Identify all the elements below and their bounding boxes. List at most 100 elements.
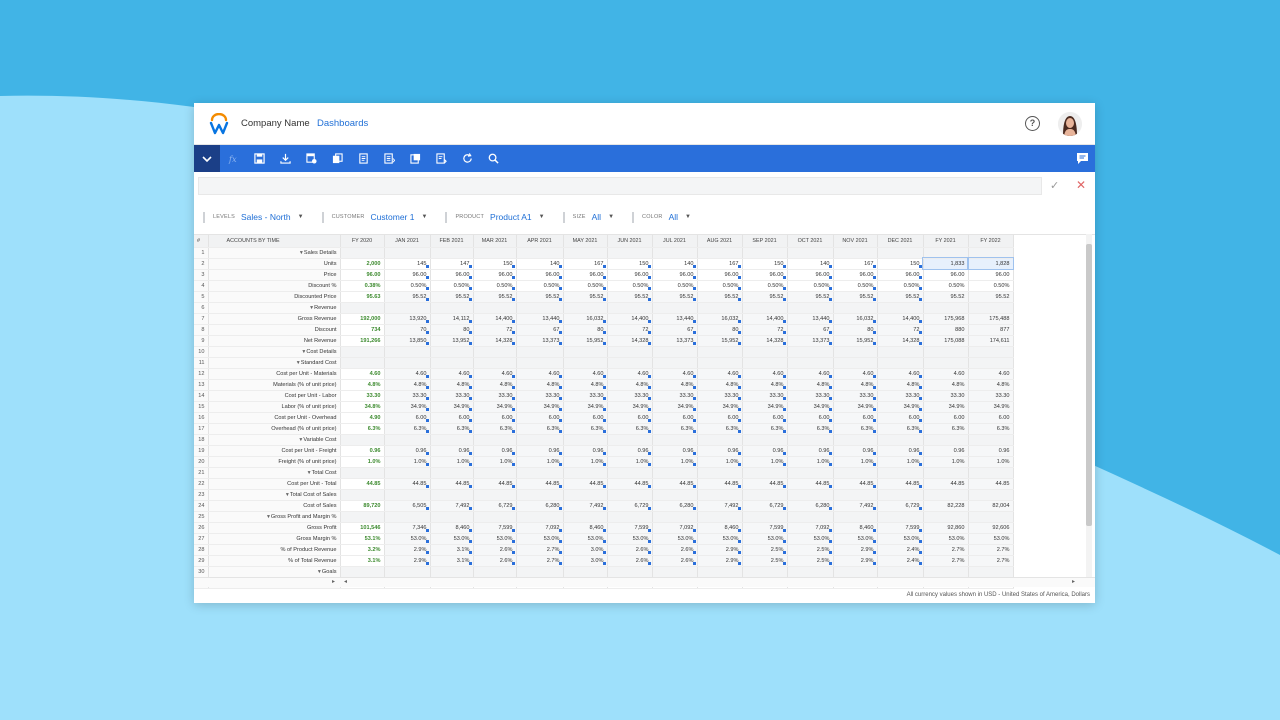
grid-cell[interactable]: 8,460 [833, 522, 878, 534]
grid-cell[interactable]: 175,488 [968, 313, 1014, 325]
grid-cell[interactable]: 67 [787, 324, 834, 336]
grid-cell[interactable] [923, 357, 969, 369]
account-label[interactable]: ▼Gross Profit and Margin % [208, 511, 341, 523]
grid-cell[interactable]: 3.2% [340, 544, 385, 556]
filter-value[interactable]: All [669, 212, 678, 222]
grid-cell[interactable] [787, 434, 834, 446]
grid-cell[interactable] [607, 247, 653, 259]
grid-cell[interactable]: 72 [607, 324, 653, 336]
breadcrumb-dashboards[interactable]: Dashboards [317, 118, 368, 129]
grid-cell[interactable]: 175,968 [923, 313, 969, 325]
grid-cell[interactable]: 33.30 [384, 390, 431, 402]
grid-cell[interactable]: 16,032 [697, 313, 743, 325]
grid-cell[interactable] [384, 489, 431, 501]
grid-cell[interactable]: 3.1% [430, 555, 474, 567]
grid-cell[interactable]: 14,328 [877, 335, 924, 347]
grid-cell[interactable]: 7,346 [384, 522, 431, 534]
grid-cell[interactable]: 34.8% [340, 401, 385, 413]
grid-cell[interactable]: 96.00 [430, 269, 474, 281]
grid-cell[interactable] [384, 247, 431, 259]
grid-cell[interactable]: 53.0% [742, 533, 788, 545]
grid-cell[interactable]: 0.96 [833, 445, 878, 457]
account-label[interactable]: ▼Total Cost [208, 467, 341, 479]
grid-cell[interactable]: 6,729 [607, 500, 653, 512]
grid-cell[interactable]: 0.96 [742, 445, 788, 457]
grid-cell[interactable] [742, 434, 788, 446]
grid-cell[interactable] [340, 247, 385, 259]
filter-value[interactable]: Product A1 [490, 212, 532, 222]
grid-cell[interactable]: 14,400 [742, 313, 788, 325]
grid-cell[interactable] [968, 434, 1014, 446]
paste-button[interactable] [350, 145, 376, 172]
grid-cell[interactable]: 6.3% [340, 423, 385, 435]
grid-cell[interactable]: 6.00 [563, 412, 608, 424]
grid-cell[interactable]: 14,328 [742, 335, 788, 347]
grid-cell[interactable] [787, 489, 834, 501]
grid-cell[interactable]: 13,850 [384, 335, 431, 347]
grid-cell[interactable]: 4.8% [742, 379, 788, 391]
grid-cell[interactable]: 880 [923, 324, 969, 336]
grid-cell[interactable] [697, 489, 743, 501]
account-label[interactable]: ▼Revenue [208, 302, 341, 314]
grid-cell[interactable]: 2.6% [607, 544, 653, 556]
grid-cell[interactable]: 0.96 [787, 445, 834, 457]
grid-cell[interactable]: 0.96 [923, 445, 969, 457]
grid-cell[interactable]: 34.9% [473, 401, 517, 413]
grid-cell[interactable]: 6.3% [968, 423, 1014, 435]
grid-cell[interactable]: 7,092 [516, 522, 564, 534]
grid-cell[interactable]: 2.7% [968, 544, 1014, 556]
grid-cell[interactable] [516, 357, 564, 369]
grid-cell[interactable]: 6.3% [742, 423, 788, 435]
grid-cell[interactable]: 34.9% [652, 401, 698, 413]
grid-cell[interactable]: 44.85 [607, 478, 653, 490]
grid-cell[interactable]: 192,000 [340, 313, 385, 325]
grid-cell[interactable]: 82,228 [923, 500, 969, 512]
grid-cell[interactable] [787, 247, 834, 259]
grid-cell[interactable] [516, 302, 564, 314]
grid-cell[interactable] [340, 511, 385, 523]
grid-cell[interactable]: 7,092 [652, 522, 698, 534]
grid-cell[interactable]: 1.0% [787, 456, 834, 468]
grid-cell[interactable]: 6.3% [607, 423, 653, 435]
grid-cell[interactable]: 96.00 [652, 269, 698, 281]
grid-cell[interactable]: 174,611 [968, 335, 1014, 347]
grid-cell[interactable]: 140 [516, 258, 564, 270]
grid-cell[interactable]: 72 [742, 324, 788, 336]
grid-cell[interactable] [384, 467, 431, 479]
grid-cell[interactable]: 2.9% [833, 544, 878, 556]
grid-cell[interactable] [384, 302, 431, 314]
grid-cell[interactable] [833, 566, 878, 578]
grid-cell[interactable] [607, 434, 653, 446]
grid-cell[interactable] [877, 357, 924, 369]
grid-cell[interactable]: 14,328 [473, 335, 517, 347]
grid-cell[interactable] [563, 302, 608, 314]
column-header[interactable]: OCT 2021 [787, 235, 834, 248]
grid-cell[interactable] [923, 511, 969, 523]
grid-cell[interactable]: 33.30 [652, 390, 698, 402]
grid-cell[interactable]: 1.0% [697, 456, 743, 468]
grid-cell[interactable]: 33.30 [742, 390, 788, 402]
grid-cell[interactable]: 0.96 [516, 445, 564, 457]
grid-cell[interactable] [742, 489, 788, 501]
grid-cell[interactable]: 33.30 [833, 390, 878, 402]
grid-cell[interactable]: 6,280 [787, 500, 834, 512]
column-header[interactable]: JAN 2021 [384, 235, 431, 248]
grid-cell[interactable] [607, 467, 653, 479]
grid-cell[interactable]: 53.0% [607, 533, 653, 545]
grid-cell[interactable] [607, 357, 653, 369]
grid-cell[interactable]: 6.3% [787, 423, 834, 435]
grid-cell[interactable]: 44.85 [473, 478, 517, 490]
grid-cell[interactable]: 8,460 [697, 522, 743, 534]
grid-cell[interactable]: 6.00 [877, 412, 924, 424]
grid-cell[interactable]: 2.7% [516, 555, 564, 567]
grid-cell[interactable]: 95.52 [430, 291, 474, 303]
grid-cell[interactable] [473, 247, 517, 259]
confirm-icon[interactable]: ✓ [1050, 179, 1059, 192]
grid-cell[interactable]: 4.60 [697, 368, 743, 380]
grid-cell[interactable]: 6.00 [652, 412, 698, 424]
grid-cell[interactable]: 6.00 [430, 412, 474, 424]
grid-cell[interactable]: 6,729 [742, 500, 788, 512]
collapse-twisty-icon[interactable]: ▼ [304, 468, 312, 478]
filter-value[interactable]: All [592, 212, 601, 222]
grid-cell[interactable] [430, 511, 474, 523]
